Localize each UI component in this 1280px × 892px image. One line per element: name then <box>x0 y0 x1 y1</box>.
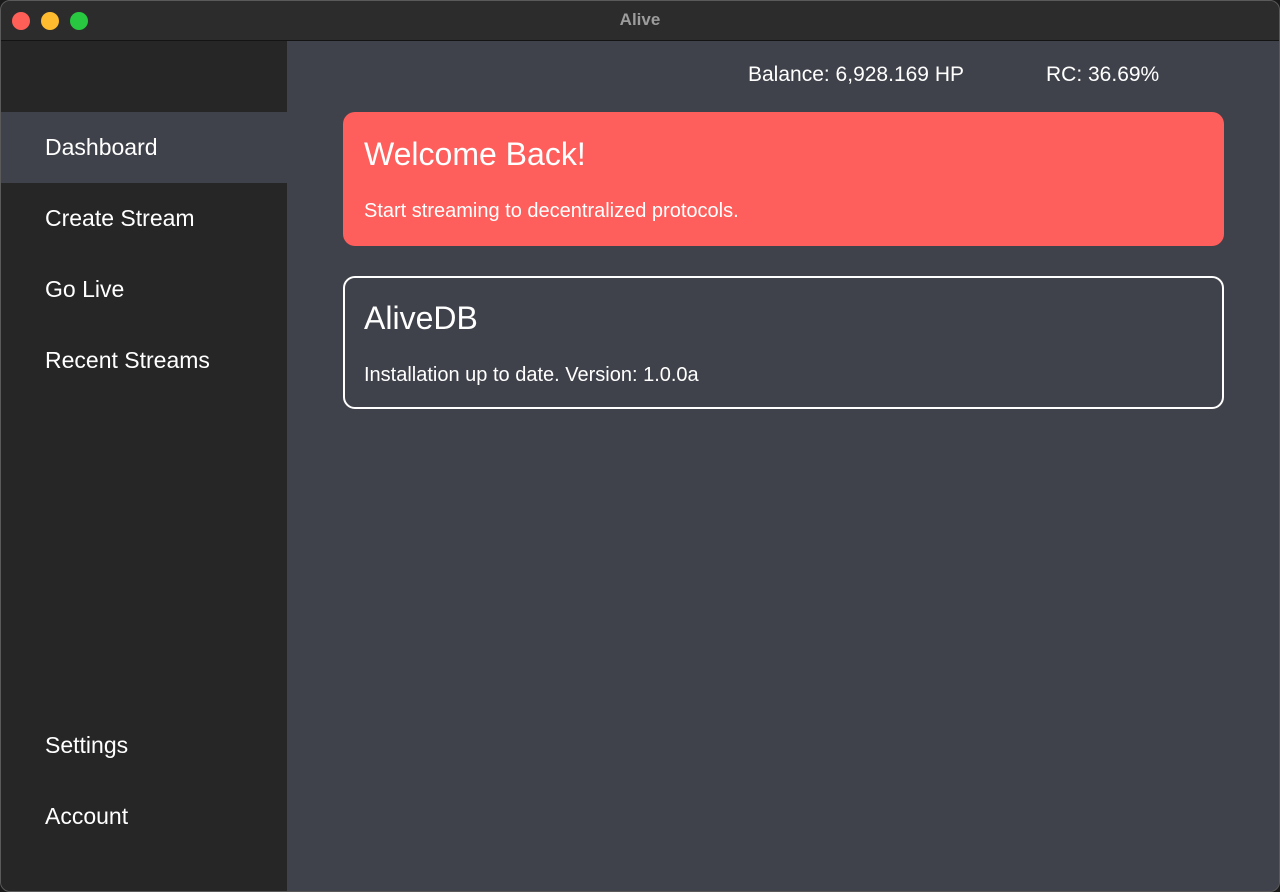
sidebar-item-dashboard[interactable]: Dashboard <box>1 112 287 183</box>
title-bar[interactable]: Alive <box>1 1 1279 41</box>
sidebar: Dashboard Create Stream Go Live Recent S… <box>1 41 287 891</box>
welcome-title: Welcome Back! <box>364 136 586 172</box>
alivedb-title: AliveDB <box>364 300 478 336</box>
app-window: Alive Dashboard Create Stream Go Live Re… <box>0 0 1280 892</box>
sidebar-item-create-stream[interactable]: Create Stream <box>1 183 287 254</box>
sidebar-item-account[interactable]: Account <box>1 781 287 852</box>
sidebar-item-recent-streams[interactable]: Recent Streams <box>1 325 287 396</box>
alivedb-status-text: Installation up to date. Version: 1.0.0a <box>364 364 699 386</box>
main-content: Balance: 6,928.169 HP RC: 36.69% Welcome… <box>287 41 1279 891</box>
welcome-text: Start streaming to decentralized protoco… <box>364 200 739 222</box>
sidebar-item-go-live[interactable]: Go Live <box>1 254 287 325</box>
rc-readout: RC: 36.69% <box>1046 63 1160 86</box>
balance-readout: Balance: 6,928.169 HP <box>748 63 964 86</box>
window-title: Alive <box>619 10 661 29</box>
alivedb-card: AliveDB Installation up to date. Version… <box>343 276 1224 409</box>
welcome-card: Welcome Back! Start streaming to decentr… <box>343 112 1224 246</box>
sidebar-item-settings[interactable]: Settings <box>1 710 287 781</box>
